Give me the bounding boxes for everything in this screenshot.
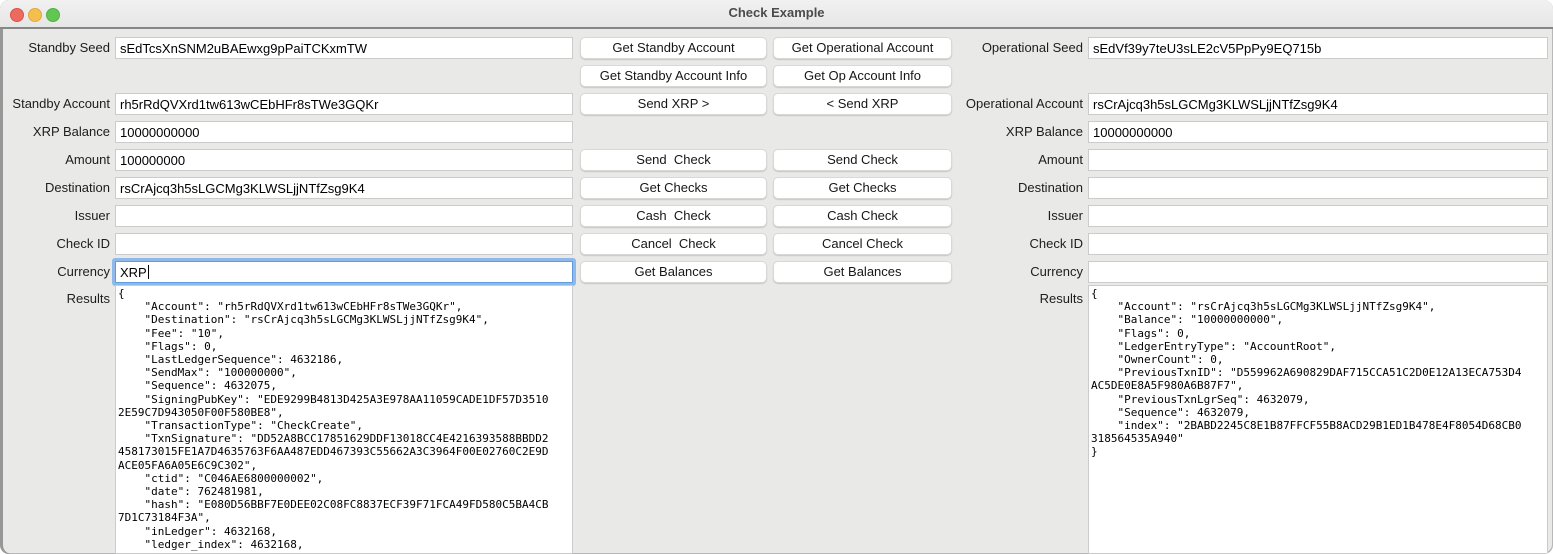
standby-seed-input[interactable] bbox=[115, 37, 573, 59]
send-check-operational-button[interactable]: Send Check bbox=[773, 149, 952, 171]
title-bar[interactable]: Check Example bbox=[0, 0, 1553, 29]
send-check-standby-button[interactable]: Send Check bbox=[580, 149, 767, 171]
standby-currency-label: Currency bbox=[0, 264, 110, 280]
operational-account-input[interactable] bbox=[1088, 93, 1548, 115]
send-xrp-left-button[interactable]: < Send XRP bbox=[773, 93, 952, 115]
get-standby-account-button[interactable]: Get Standby Account bbox=[580, 37, 767, 59]
standby-balance-label: XRP Balance bbox=[0, 124, 110, 140]
operational-balance-input[interactable] bbox=[1088, 121, 1548, 143]
operational-issuer-input[interactable] bbox=[1088, 205, 1548, 227]
standby-amount-input[interactable] bbox=[115, 149, 573, 171]
operational-seed-input[interactable] bbox=[1088, 37, 1548, 59]
standby-check-id-input[interactable] bbox=[115, 233, 573, 255]
cash-check-operational-button[interactable]: Cash Check bbox=[773, 205, 952, 227]
operational-results-area[interactable]: { "Account": "rsCrAjcq3h5sLGCMg3KLWSLjjN… bbox=[1088, 285, 1548, 554]
get-op-account-info-button[interactable]: Get Op Account Info bbox=[773, 65, 952, 87]
standby-results-area[interactable]: { "Account": "rh5rRdQVXrd1tw613wCEbHFr8s… bbox=[115, 285, 573, 554]
get-operational-account-button[interactable]: Get Operational Account bbox=[773, 37, 952, 59]
get-balances-standby-button[interactable]: Get Balances bbox=[580, 261, 767, 283]
standby-check-id-label: Check ID bbox=[0, 236, 110, 252]
standby-destination-label: Destination bbox=[0, 180, 110, 196]
operational-destination-label: Destination bbox=[948, 180, 1083, 196]
standby-results-label: Results bbox=[0, 291, 110, 307]
standby-account-input[interactable] bbox=[115, 93, 573, 115]
get-standby-account-info-button[interactable]: Get Standby Account Info bbox=[580, 65, 767, 87]
standby-balance-input[interactable] bbox=[115, 121, 573, 143]
standby-destination-input[interactable] bbox=[115, 177, 573, 199]
send-xrp-right-button[interactable]: Send XRP > bbox=[580, 93, 767, 115]
get-checks-standby-button[interactable]: Get Checks bbox=[580, 177, 767, 199]
standby-currency-input[interactable]: XRP bbox=[115, 261, 573, 283]
get-balances-operational-button[interactable]: Get Balances bbox=[773, 261, 952, 283]
operational-currency-label: Currency bbox=[948, 264, 1083, 280]
operational-account-label: Operational Account bbox=[948, 96, 1083, 112]
get-checks-operational-button[interactable]: Get Checks bbox=[773, 177, 952, 199]
text-caret bbox=[148, 265, 149, 279]
operational-balance-label: XRP Balance bbox=[948, 124, 1083, 140]
window-title: Check Example bbox=[0, 5, 1553, 20]
operational-seed-label: Operational Seed bbox=[948, 40, 1083, 56]
standby-issuer-input[interactable] bbox=[115, 205, 573, 227]
standby-amount-label: Amount bbox=[0, 152, 110, 168]
operational-check-id-label: Check ID bbox=[948, 236, 1083, 252]
app-window: Check Example Standby Seed Standby Accou… bbox=[0, 0, 1553, 554]
cancel-check-operational-button[interactable]: Cancel Check bbox=[773, 233, 952, 255]
standby-issuer-label: Issuer bbox=[0, 208, 110, 224]
cancel-check-standby-button[interactable]: Cancel Check bbox=[580, 233, 767, 255]
standby-currency-text: XRP bbox=[120, 265, 147, 280]
operational-currency-input[interactable] bbox=[1088, 261, 1548, 283]
operational-destination-input[interactable] bbox=[1088, 177, 1548, 199]
operational-check-id-input[interactable] bbox=[1088, 233, 1548, 255]
operational-amount-label: Amount bbox=[948, 152, 1083, 168]
cash-check-standby-button[interactable]: Cash Check bbox=[580, 205, 767, 227]
standby-account-label: Standby Account bbox=[0, 96, 110, 112]
operational-issuer-label: Issuer bbox=[948, 208, 1083, 224]
operational-results-label: Results bbox=[948, 291, 1083, 307]
standby-seed-label: Standby Seed bbox=[0, 40, 110, 56]
operational-amount-input[interactable] bbox=[1088, 149, 1548, 171]
